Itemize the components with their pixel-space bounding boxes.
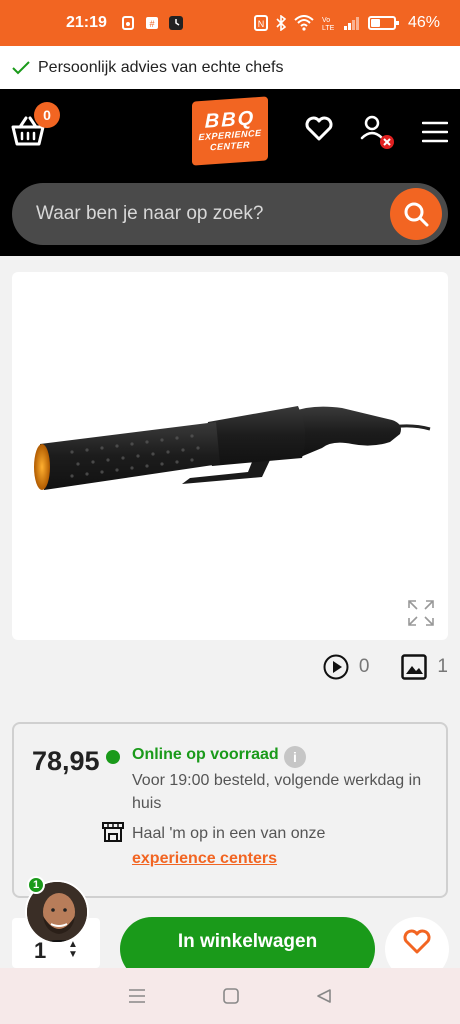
bluetooth-icon [276, 15, 286, 31]
quantity-value: 1 [34, 938, 47, 963]
svg-text:LTE: LTE [322, 25, 335, 31]
stock-status-dot [106, 750, 120, 764]
svg-text:Vo: Vo [322, 17, 330, 24]
store-icon [102, 822, 124, 842]
svg-text:N: N [258, 19, 265, 29]
svg-text:#: # [149, 19, 154, 29]
video-count: 0 [358, 656, 370, 677]
experience-centers-link[interactable]: experience centers [132, 850, 277, 868]
status-time: 21:19 [66, 14, 107, 31]
recent-apps-icon[interactable] [128, 988, 146, 1004]
stock-panel: 78,95 Online op voorraad i Voor 19:00 be… [12, 722, 448, 898]
clock-app-icon [168, 16, 183, 30]
back-icon[interactable] [316, 988, 332, 1004]
media-counters: 0 1 [323, 654, 448, 680]
menu-icon[interactable] [422, 121, 448, 143]
bbq-logo[interactable]: BBQ EXPERIENCE CENTER [192, 96, 268, 166]
search-icon [404, 202, 429, 227]
cart-count-badge: 0 [34, 102, 60, 128]
product-image [34, 406, 431, 490]
heart-icon [403, 929, 431, 954]
quantity-arrows-icon[interactable]: ▲ ▼ [68, 940, 78, 960]
video-play-icon[interactable] [323, 654, 349, 680]
home-icon[interactable] [223, 988, 239, 1004]
signal-icon [343, 17, 359, 30]
battery-icon [367, 16, 399, 30]
app-notification-icon: # [145, 17, 158, 29]
add-to-cart-label: In winkelwagen [177, 931, 318, 952]
chat-notification-badge: 1 [27, 876, 45, 894]
notification-icon [121, 16, 134, 30]
stock-status: Online op voorraad [132, 746, 279, 763]
heart-icon[interactable] [305, 116, 333, 142]
system-nav-bar [0, 968, 460, 1024]
site-header: 0 BBQ EXPERIENCE CENTER [0, 89, 460, 256]
status-bar: 21:19 # N Vo LTE 46% [0, 0, 460, 46]
product-price: 78,95 [32, 746, 100, 776]
pickup-text: Haal 'm op in een van onze [132, 825, 326, 842]
image-count: 1 [437, 656, 448, 677]
nfc-icon: N [253, 15, 268, 31]
promo-bar: Persoonlijk advies van echte chefs [0, 46, 460, 89]
battery-percent: 46% [407, 14, 440, 31]
status-right: N Vo LTE 46% [253, 14, 440, 32]
info-icon[interactable]: i [284, 746, 306, 768]
search-button[interactable] [390, 188, 442, 240]
search-bar [12, 183, 448, 245]
image-gallery-icon[interactable] [401, 654, 428, 680]
user-icon[interactable] [360, 114, 396, 150]
product-image-card[interactable] [12, 272, 448, 640]
expand-icon[interactable] [408, 600, 434, 626]
delivery-text: Voor 19:00 besteld, volgende werkdag in … [132, 772, 422, 812]
check-icon [12, 60, 30, 74]
wifi-icon [294, 15, 314, 31]
promo-text: Persoonlijk advies van echte chefs [38, 58, 284, 76]
search-input[interactable] [36, 183, 376, 245]
volte-icon: VoLTE [322, 17, 335, 31]
